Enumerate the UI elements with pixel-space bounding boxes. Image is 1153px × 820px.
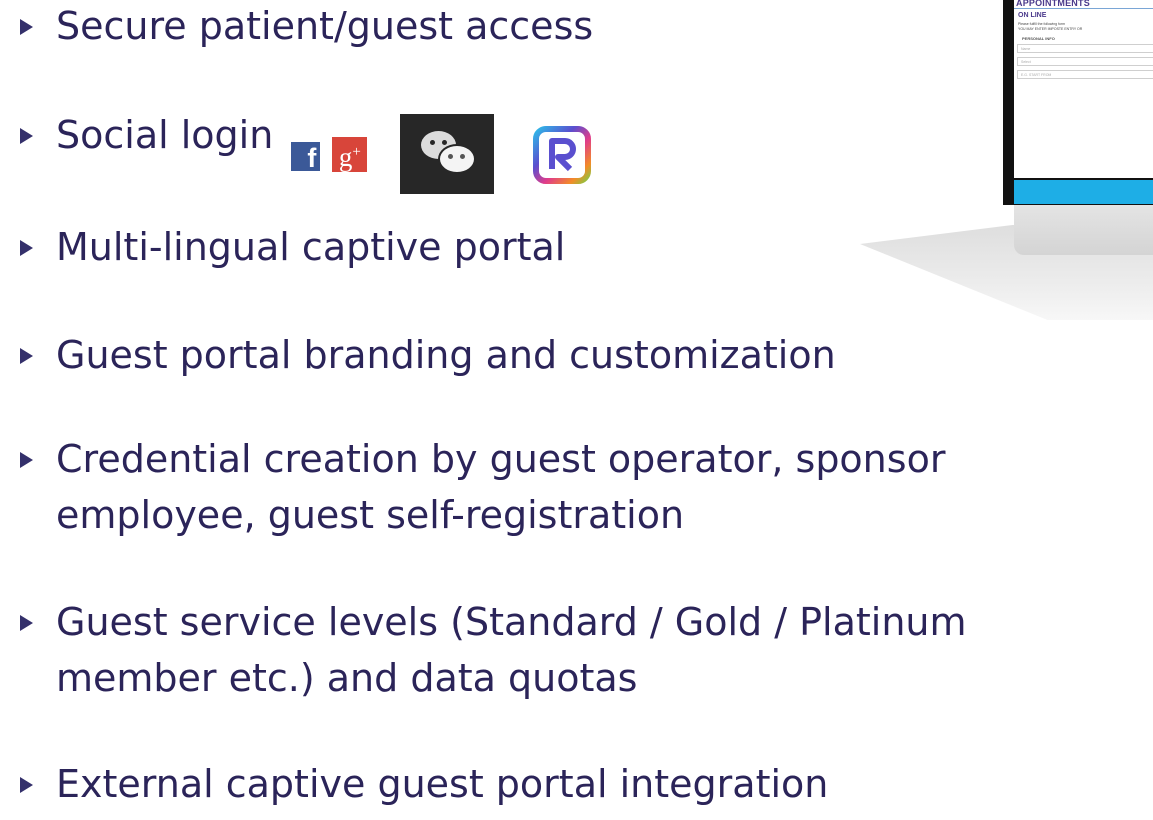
monitor-screen: APPOINTMENTS ON LINE Please fulfill the … — [1014, 0, 1153, 178]
monitor-chin — [1014, 205, 1153, 255]
bullet-branding: Guest portal branding and customization — [20, 332, 836, 378]
facebook-icon: f — [291, 141, 321, 173]
bullet-multilingual: Multi-lingual captive portal — [20, 224, 565, 270]
bullet-text-line: Credential creation by guest operator, s… — [56, 437, 946, 481]
bullet-social-login: Social login f g+ — [20, 112, 592, 194]
bullet-arrow-icon — [20, 348, 33, 364]
bullet-arrow-icon — [20, 452, 33, 468]
bullet-arrow-icon — [20, 240, 33, 256]
screen-title: APPOINTMENTS — [1016, 0, 1090, 8]
wechat-bubble-front — [438, 144, 477, 174]
bullet-text-block: Guest service levels (Standard / Gold / … — [56, 599, 967, 701]
bullet-arrow-icon — [20, 128, 33, 144]
bullet-external-portal: External captive guest portal integratio… — [20, 761, 828, 807]
wechat-icon — [400, 114, 495, 194]
bullet-text-line: member etc.) and data quotas — [56, 656, 638, 700]
screen-bottom-bar — [1014, 180, 1153, 204]
screen-date-field: E.G. START FROM — [1017, 70, 1153, 79]
social-icons: f g+ — [291, 112, 592, 194]
screen-text: YOU MAY ENTER IMPOSTE ENTRY OR — [1018, 27, 1083, 31]
bullet-text-line: Guest service levels (Standard / Gold / … — [56, 600, 967, 644]
bullet-text: Secure patient/guest access — [56, 4, 594, 48]
screen-text: Please fulfill the following form — [1018, 22, 1066, 26]
bullet-arrow-icon — [20, 19, 33, 35]
bullet-arrow-icon — [20, 777, 33, 793]
bullet-text-block: Credential creation by guest operator, s… — [56, 436, 945, 538]
bullet-text: Multi-lingual captive portal — [56, 225, 566, 269]
bullet-service-levels: Guest service levels (Standard / Gold / … — [20, 599, 967, 701]
feature-list: Secure patient/guest access Social login… — [0, 0, 1153, 820]
bullet-text-line: employee, guest self-registration — [56, 493, 685, 537]
bullet-text: External captive guest portal integratio… — [56, 762, 829, 806]
google-plus-icon: g+ — [332, 136, 368, 172]
bullet-text: Guest portal branding and customization — [56, 333, 836, 377]
screen-divider — [1014, 8, 1153, 9]
screen-name-field: Name — [1017, 44, 1153, 53]
screen-select-field: Select — [1017, 57, 1153, 66]
screen-section-label: PERSONAL INFO — [1022, 36, 1055, 41]
rainbow-icon — [532, 125, 592, 185]
bullet-credential-creation: Credential creation by guest operator, s… — [20, 436, 945, 538]
screen-subtitle: ON LINE — [1018, 12, 1047, 19]
bullet-secure-access: Secure patient/guest access — [20, 3, 593, 49]
bullet-arrow-icon — [20, 615, 33, 631]
bullet-text: Social login — [56, 113, 274, 157]
google-plus-letter: g — [338, 141, 353, 172]
google-plus-sup: + — [352, 143, 361, 160]
